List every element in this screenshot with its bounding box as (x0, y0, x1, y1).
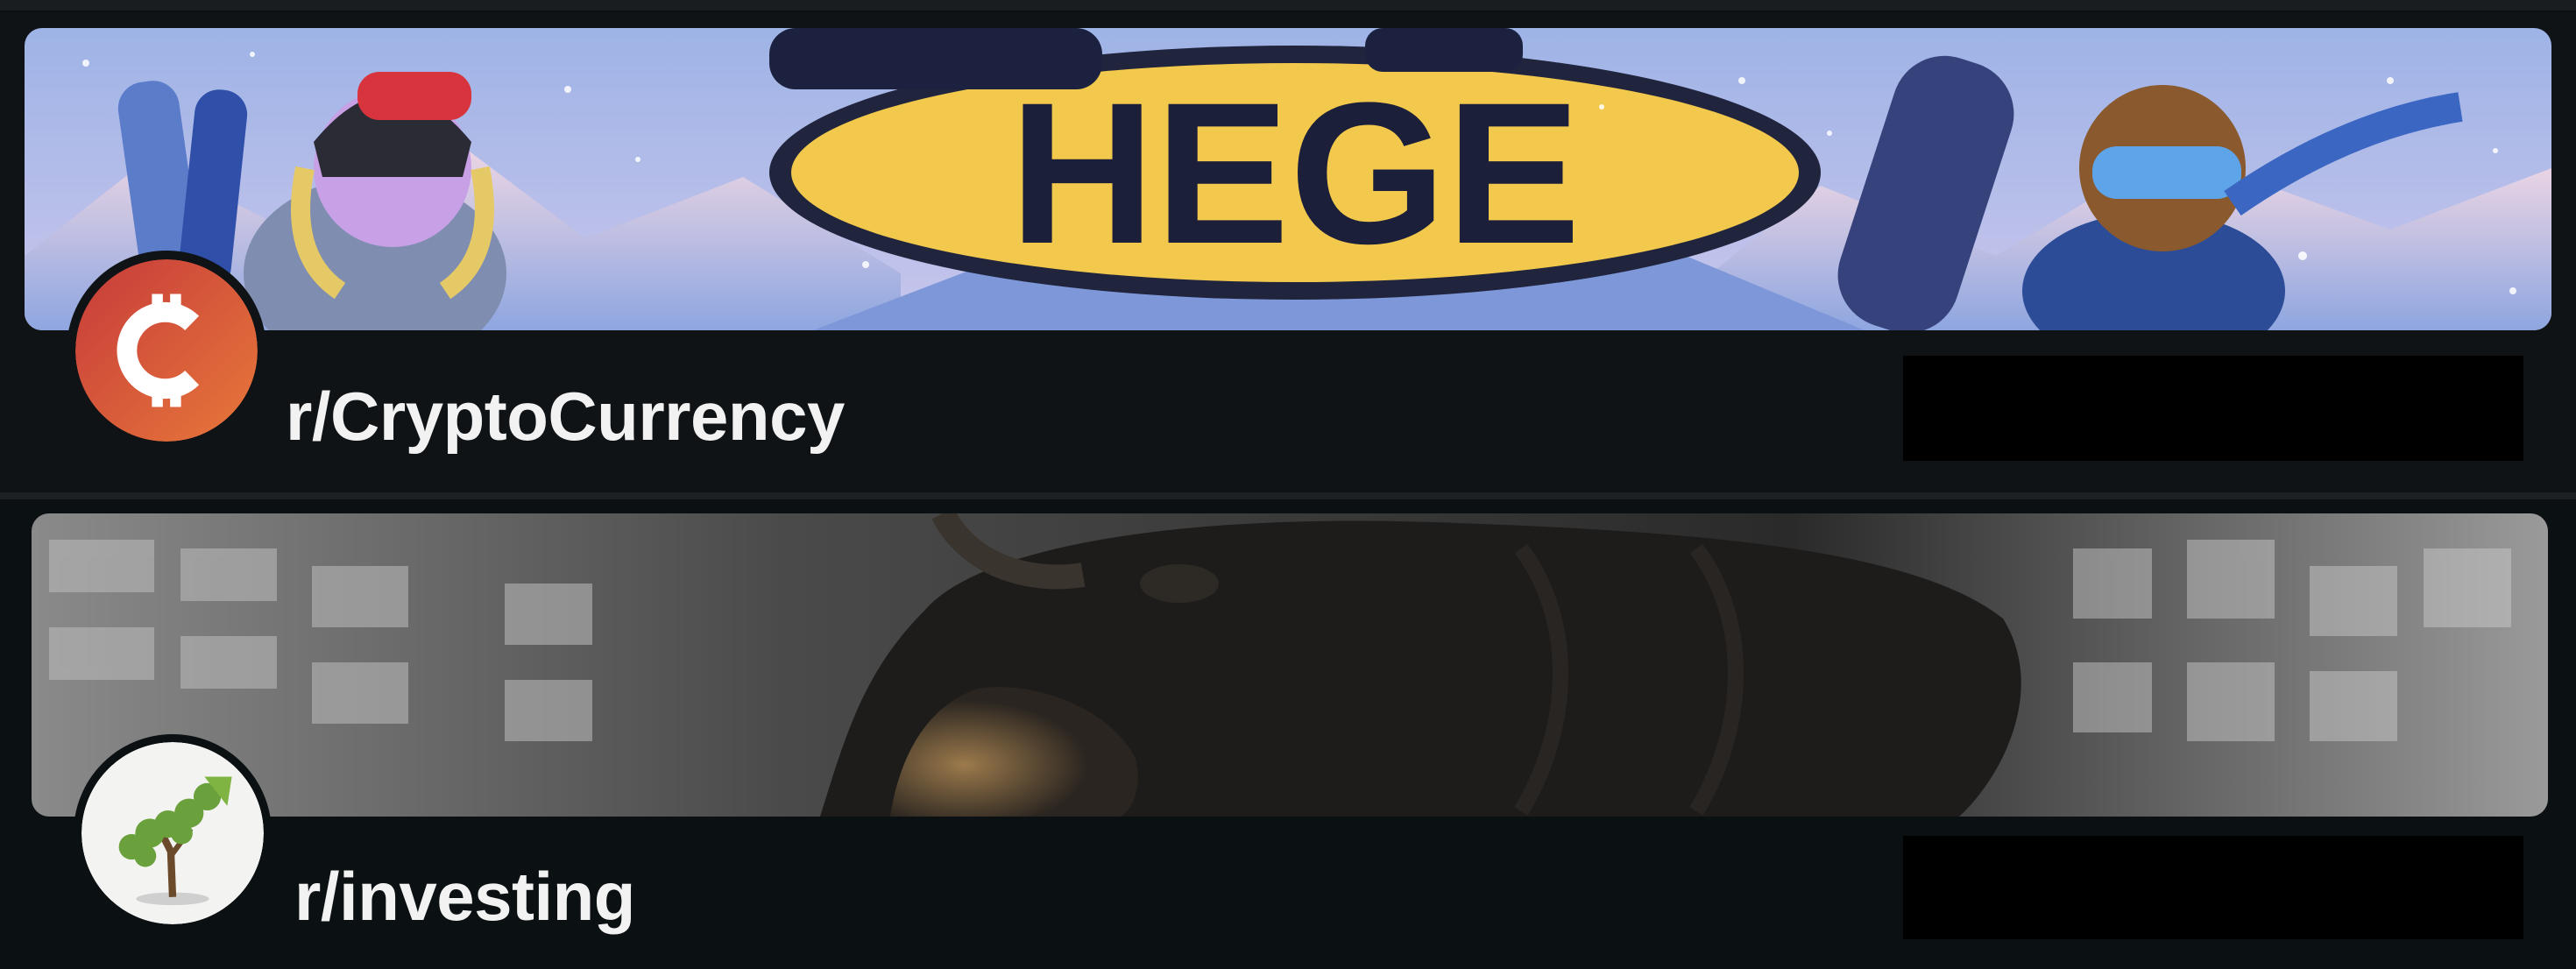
community-banner: HEGE (25, 28, 2551, 330)
growth-tree-icon (81, 742, 264, 924)
community-name[interactable]: r/investing (294, 862, 635, 930)
top-border (0, 0, 2576, 11)
community-avatar[interactable] (67, 251, 266, 450)
community-avatar[interactable] (74, 734, 272, 932)
banner-logo-text: HEGE (1009, 60, 1581, 286)
community-banner (32, 513, 2548, 817)
redacted-region (1903, 836, 2523, 939)
community-card-cryptocurrency[interactable]: HEGE r/CryptoCurrency (0, 12, 2576, 492)
community-name[interactable]: r/CryptoCurrency (286, 382, 845, 450)
crypto-coin-icon (75, 259, 258, 442)
card-divider (0, 492, 2576, 499)
community-card-investing[interactable]: r/investing (0, 499, 2576, 969)
redacted-region (1903, 356, 2523, 461)
